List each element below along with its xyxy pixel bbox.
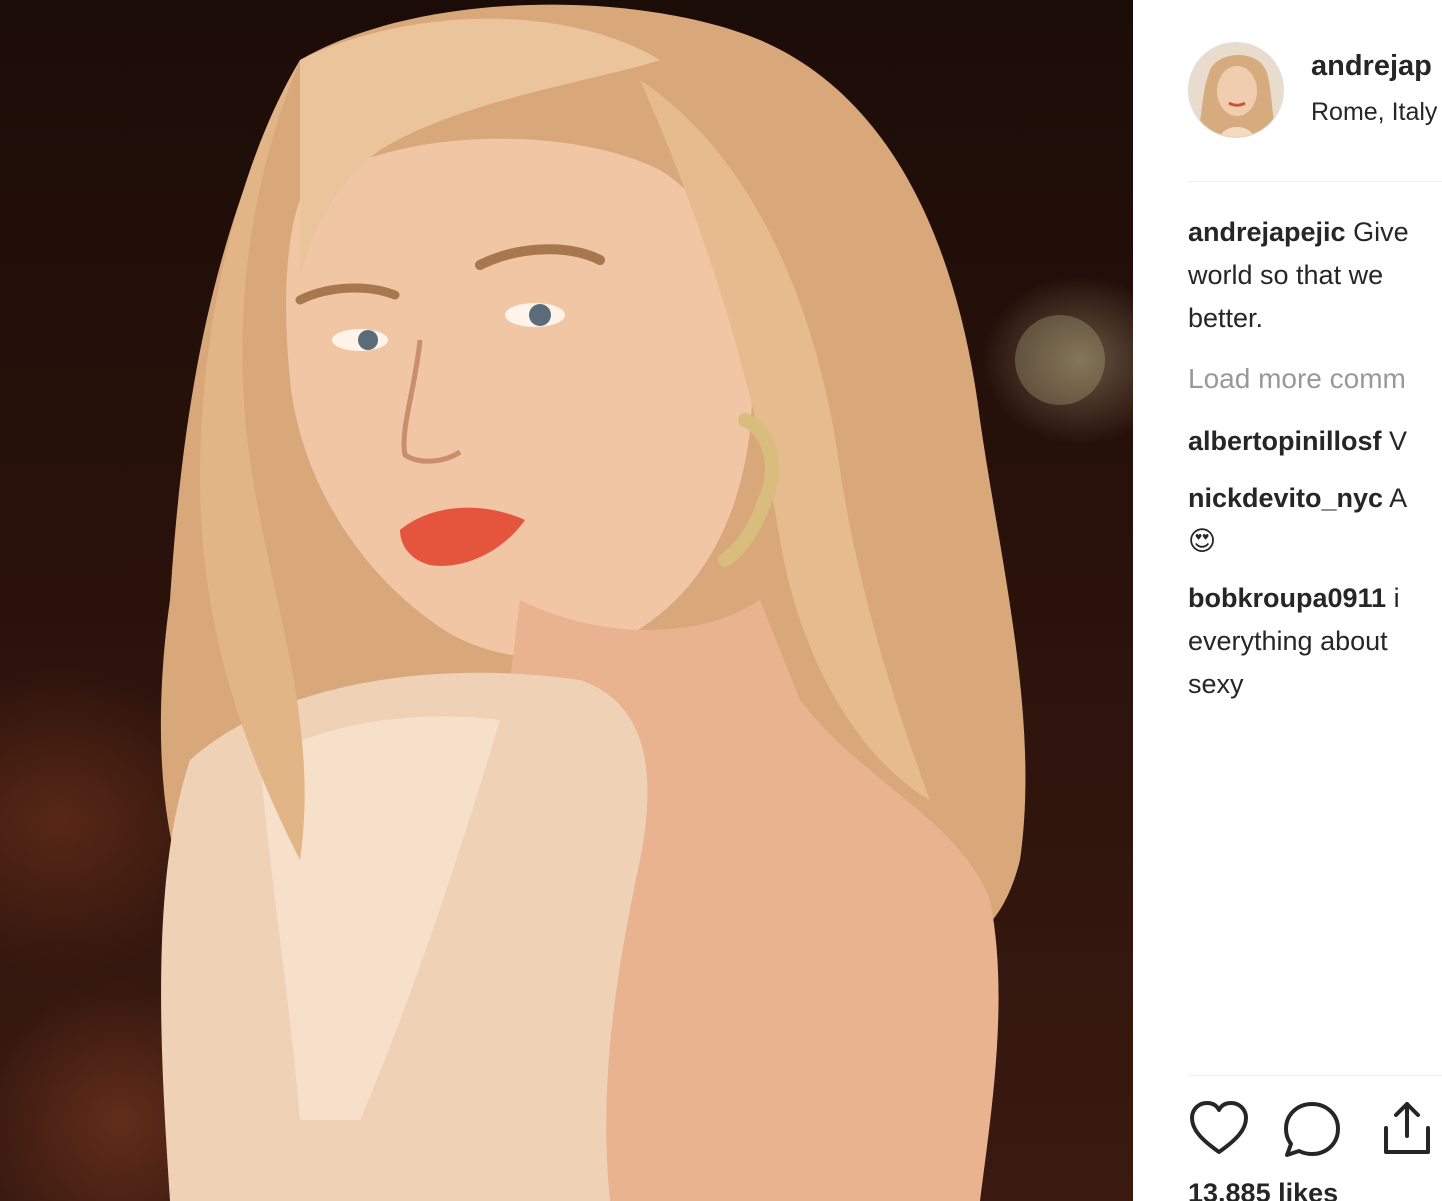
- comment-3: bobkroupa0911 i everything about sexy: [1188, 577, 1442, 706]
- load-more-comments-button[interactable]: Load more comm: [1188, 359, 1442, 399]
- header-divider: [1188, 181, 1442, 182]
- comment-text: V: [1389, 426, 1408, 456]
- iris-left: [358, 330, 378, 350]
- caption-text-line2: world so that we: [1188, 260, 1384, 290]
- post-header: andrejap Rome, Italy: [1133, 0, 1442, 182]
- bokeh-light: [1015, 315, 1105, 405]
- share-button[interactable]: [1376, 1098, 1438, 1160]
- comment-bubble-icon: [1284, 1102, 1340, 1157]
- caption-username[interactable]: andrejapejic: [1188, 217, 1346, 247]
- comment-username[interactable]: bobkroupa0911: [1188, 583, 1386, 613]
- comment-text: A: [1389, 483, 1408, 513]
- share-icon: [1384, 1102, 1430, 1154]
- comment-button[interactable]: [1281, 1098, 1343, 1160]
- comment-text-line2: everything about: [1188, 626, 1388, 656]
- actions-divider: [1188, 1075, 1442, 1076]
- comment-1: albertopinillosf V: [1188, 420, 1442, 463]
- avatar-image: [1189, 43, 1283, 137]
- caption: andrejapejic Give world so that we bette…: [1188, 211, 1442, 340]
- comment-username[interactable]: albertopinillosf: [1188, 426, 1382, 456]
- photo-illustration: [160, 4, 1105, 1201]
- heart-icon: [1190, 1101, 1248, 1154]
- caption-text-line1: Give: [1353, 217, 1409, 247]
- iris-right: [529, 304, 551, 326]
- post-location[interactable]: Rome, Italy: [1311, 98, 1437, 127]
- comment-emoji: 😍: [1188, 526, 1217, 556]
- post-username[interactable]: andrejap: [1311, 50, 1432, 83]
- like-button[interactable]: [1188, 1098, 1250, 1160]
- comment-username[interactable]: nickdevito_nyc: [1188, 483, 1383, 513]
- likes-count[interactable]: 13,885 likes: [1188, 1178, 1338, 1201]
- comment-2: nickdevito_nyc A 😍: [1188, 477, 1442, 563]
- comment-text-line3: sexy: [1188, 669, 1244, 699]
- caption-text-line3: better.: [1188, 303, 1264, 333]
- comment-text: i: [1393, 583, 1400, 613]
- avatar[interactable]: [1188, 42, 1284, 138]
- post-actions: [1188, 1098, 1442, 1164]
- post-photo[interactable]: [0, 0, 1133, 1201]
